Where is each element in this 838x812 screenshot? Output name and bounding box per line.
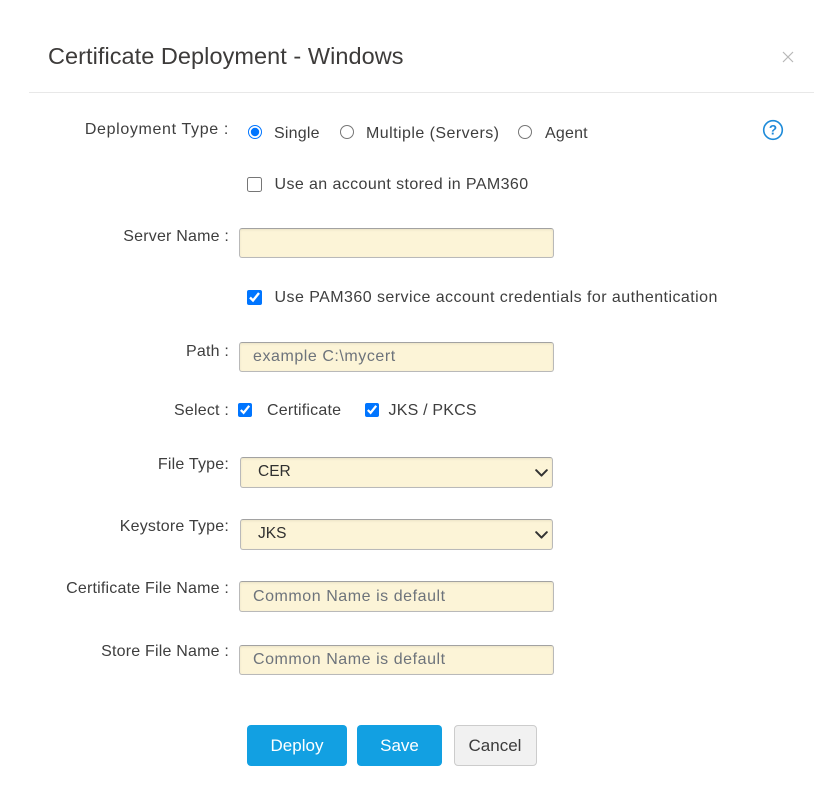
svg-text:?: ? xyxy=(769,123,777,138)
